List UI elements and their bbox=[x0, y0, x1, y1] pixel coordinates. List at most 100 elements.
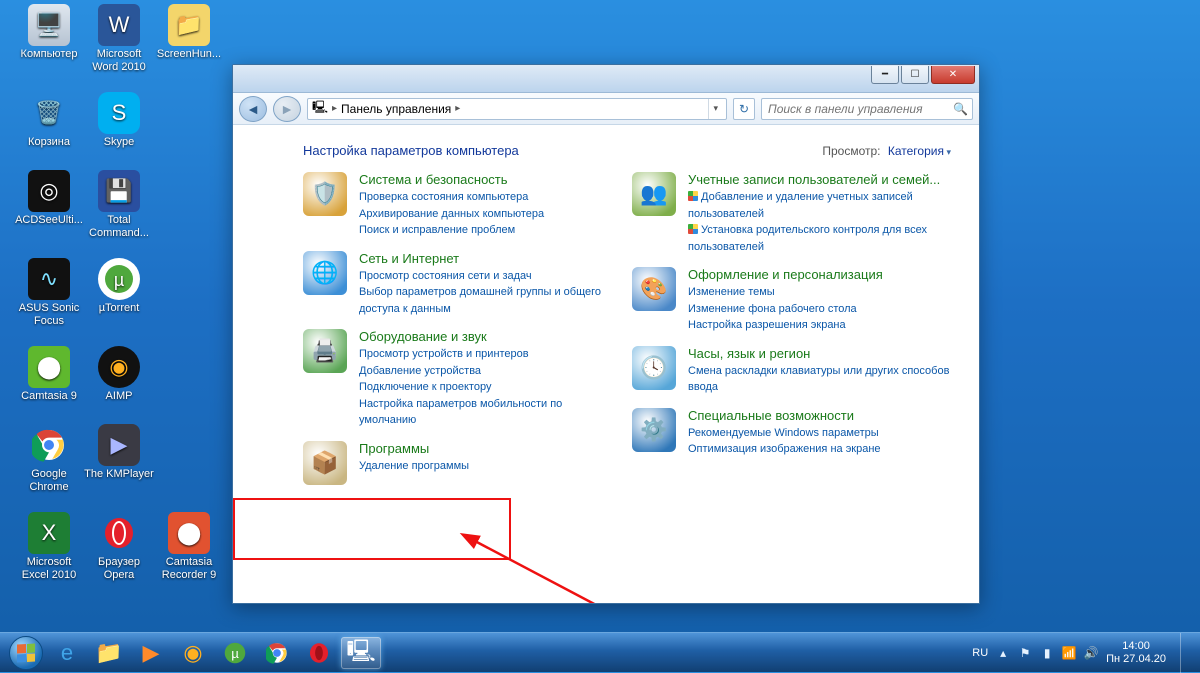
category-left-3: 📦ПрограммыУдаление программы bbox=[303, 441, 622, 485]
annotation-highlight bbox=[233, 498, 511, 560]
tray-battery-icon[interactable]: ▮ bbox=[1040, 646, 1054, 660]
taskbar-aimp[interactable]: ◉ bbox=[173, 637, 213, 669]
taskbar-controlpanel[interactable]: 🖳 bbox=[341, 637, 381, 669]
breadcrumb-root[interactable]: Панель управления bbox=[341, 102, 451, 116]
svg-text:µ: µ bbox=[231, 646, 239, 661]
desktop-icon-aimp[interactable]: ◉AIMP bbox=[84, 346, 154, 403]
category-icon: 🖨️ bbox=[303, 329, 347, 373]
search-input[interactable] bbox=[766, 101, 953, 117]
tray-clock[interactable]: 14:00 Пн 27.04.20 bbox=[1106, 640, 1166, 664]
category-right-0: 👥 Учетные записи пользователей и семей...… bbox=[632, 172, 951, 255]
start-button[interactable] bbox=[6, 633, 46, 673]
category-link[interactable]: Подключение к проектору bbox=[359, 379, 622, 396]
category-title[interactable]: Часы, язык и регион bbox=[688, 346, 951, 361]
control-panel-icon: 🖳 bbox=[312, 98, 328, 119]
nav-forward-button[interactable]: ► bbox=[273, 96, 301, 122]
desktop-icon-camtasia9[interactable]: ⬤Camtasia 9 bbox=[14, 346, 84, 403]
desktop-icon-acdsee[interactable]: ◎ACDSeeUlti... bbox=[14, 170, 84, 227]
nav-back-button[interactable]: ◄ bbox=[239, 96, 267, 122]
desktop-icon-computer[interactable]: 🖥️Компьютер bbox=[14, 4, 84, 61]
uac-shield-icon bbox=[688, 191, 698, 201]
address-dropdown-button[interactable]: ▾ bbox=[708, 99, 722, 119]
category-title[interactable]: Сеть и Интернет bbox=[359, 251, 622, 266]
view-switcher: Просмотр: Категория bbox=[822, 144, 951, 158]
category-title[interactable]: Учетные записи пользователей и семей... bbox=[688, 172, 951, 187]
titlebar[interactable]: ━ ☐ ✕ bbox=[233, 65, 979, 93]
uac-shield-icon bbox=[688, 224, 698, 234]
category-title[interactable]: Оборудование и звук bbox=[359, 329, 622, 344]
category-link[interactable]: Оптимизация изображения на экране bbox=[688, 441, 951, 458]
category-title[interactable]: Программы bbox=[359, 441, 622, 456]
category-title[interactable]: Специальные возможности bbox=[688, 408, 951, 423]
desktop-icon-recyclebin[interactable]: 🗑️Корзина bbox=[14, 92, 84, 149]
category-right-1: 🎨 Оформление и персонализация Изменение те… bbox=[632, 267, 951, 334]
desktop-icon-skype[interactable]: SSkype bbox=[84, 92, 154, 149]
category-left-1: 🌐Сеть и ИнтернетПросмотр состояния сети … bbox=[303, 251, 622, 318]
taskbar-wmp[interactable]: ▶ bbox=[131, 637, 171, 669]
desktop-icon-kmplayer[interactable]: ▶The KMPlayer bbox=[84, 424, 154, 481]
category-icon: ⚙️ bbox=[632, 408, 676, 452]
tray-show-hidden-icon[interactable]: ▴ bbox=[996, 646, 1010, 660]
taskbar-utorrent[interactable]: µ bbox=[215, 637, 255, 669]
category-link[interactable]: Добавление и удаление учетных записей по… bbox=[688, 189, 951, 222]
category-link[interactable]: Изменение фона рабочего стола bbox=[688, 301, 951, 318]
taskbar: e 📁 ▶ ◉ µ 🖳 RU ▴ ⚑ ▮ 📶 🔊 14:00 Пн 27.04.… bbox=[0, 632, 1200, 672]
desktop-icon-asus-sonic[interactable]: ∿ASUS Sonic Focus bbox=[14, 258, 84, 327]
view-mode-link[interactable]: Категория bbox=[888, 144, 951, 158]
category-right-3: ⚙️ Специальные возможности Рекомендуемые W… bbox=[632, 408, 951, 458]
annotation-arrow bbox=[453, 525, 673, 603]
category-link[interactable]: Поиск и исправление проблем bbox=[359, 222, 622, 239]
category-link[interactable]: Удаление программы bbox=[359, 458, 622, 475]
category-link[interactable]: Изменение темы bbox=[688, 284, 951, 301]
tray-volume-icon[interactable]: 🔊 bbox=[1084, 646, 1098, 660]
desktop-icon-screenhunter[interactable]: 📁ScreenHun... bbox=[154, 4, 224, 61]
toolbar: ◄ ► 🖳 ▸ Панель управления ▸ ▾ ↻ 🔍 bbox=[233, 93, 979, 125]
category-icon: 🎨 bbox=[632, 267, 676, 311]
category-right-2: 🕓 Часы, язык и регион Смена раскладки клав… bbox=[632, 346, 951, 396]
category-title[interactable]: Система и безопасность bbox=[359, 172, 622, 187]
category-link[interactable]: Проверка состояния компьютера bbox=[359, 189, 622, 206]
desktop-icon-utorrent[interactable]: µµTorrent bbox=[84, 258, 154, 315]
minimize-button[interactable]: ━ bbox=[871, 66, 899, 84]
category-link[interactable]: Рекомендуемые Windows параметры bbox=[688, 425, 951, 442]
taskbar-explorer[interactable]: 📁 bbox=[89, 637, 129, 669]
tray-action-center-icon[interactable]: ⚑ bbox=[1018, 646, 1032, 660]
category-icon: 🕓 bbox=[632, 346, 676, 390]
taskbar-chrome[interactable] bbox=[257, 637, 297, 669]
category-link[interactable]: Просмотр устройств и принтеров bbox=[359, 346, 622, 363]
desktop-icon-excel[interactable]: XMicrosoft Excel 2010 bbox=[14, 512, 84, 581]
close-button[interactable]: ✕ bbox=[931, 66, 975, 84]
category-link[interactable]: Настройка разрешения экрана bbox=[688, 317, 951, 334]
category-link[interactable]: Выбор параметров домашней группы и общег… bbox=[359, 284, 622, 317]
breadcrumb-arrow-icon: ▸ bbox=[455, 103, 460, 114]
category-link[interactable]: Настройка параметров мобильности по умол… bbox=[359, 396, 622, 429]
category-left-0: 🛡️Система и безопасностьПроверка состоян… bbox=[303, 172, 622, 239]
category-link[interactable]: Просмотр состояния сети и задач bbox=[359, 268, 622, 285]
category-left-2: 🖨️ Оборудование и звук Просмотр устройств … bbox=[303, 329, 622, 429]
desktop-icon-totalcmd[interactable]: 💾Total Command... bbox=[84, 170, 154, 239]
desktop-icon-opera[interactable]: Браузер Opera bbox=[84, 512, 154, 581]
category-link[interactable]: Установка родительского контроля для все… bbox=[688, 222, 951, 255]
desktop-icon-word[interactable]: WMicrosoft Word 2010 bbox=[84, 4, 154, 73]
category-link[interactable]: Смена раскладки клавиатуры или других сп… bbox=[688, 363, 951, 396]
maximize-button[interactable]: ☐ bbox=[901, 66, 929, 84]
address-bar[interactable]: 🖳 ▸ Панель управления ▸ ▾ bbox=[307, 98, 727, 120]
page-heading: Настройка параметров компьютера bbox=[303, 143, 822, 158]
category-link[interactable]: Архивирование данных компьютера bbox=[359, 206, 622, 223]
desktop-icon-camtasia-rec[interactable]: ⬤Camtasia Recorder 9 bbox=[154, 512, 224, 581]
refresh-button[interactable]: ↻ bbox=[733, 98, 755, 120]
search-box[interactable]: 🔍 bbox=[761, 98, 973, 120]
category-title[interactable]: Оформление и персонализация bbox=[688, 267, 951, 282]
taskbar-opera[interactable] bbox=[299, 637, 339, 669]
control-panel-window: ━ ☐ ✕ ◄ ► 🖳 ▸ Панель управления ▸ ▾ ↻ 🔍 … bbox=[232, 64, 980, 604]
search-icon[interactable]: 🔍 bbox=[953, 102, 968, 116]
breadcrumb-arrow-icon: ▸ bbox=[332, 103, 337, 114]
taskbar-ie[interactable]: e bbox=[47, 637, 87, 669]
tray-network-icon[interactable]: 📶 bbox=[1062, 646, 1076, 660]
show-desktop-button[interactable] bbox=[1180, 633, 1190, 673]
system-tray: RU ▴ ⚑ ▮ 📶 🔊 14:00 Пн 27.04.20 bbox=[972, 633, 1194, 673]
desktop-icon-chrome[interactable]: Google Chrome bbox=[14, 424, 84, 493]
category-icon: 👥 bbox=[632, 172, 676, 216]
category-link[interactable]: Добавление устройства bbox=[359, 363, 622, 380]
tray-language[interactable]: RU bbox=[972, 647, 988, 659]
